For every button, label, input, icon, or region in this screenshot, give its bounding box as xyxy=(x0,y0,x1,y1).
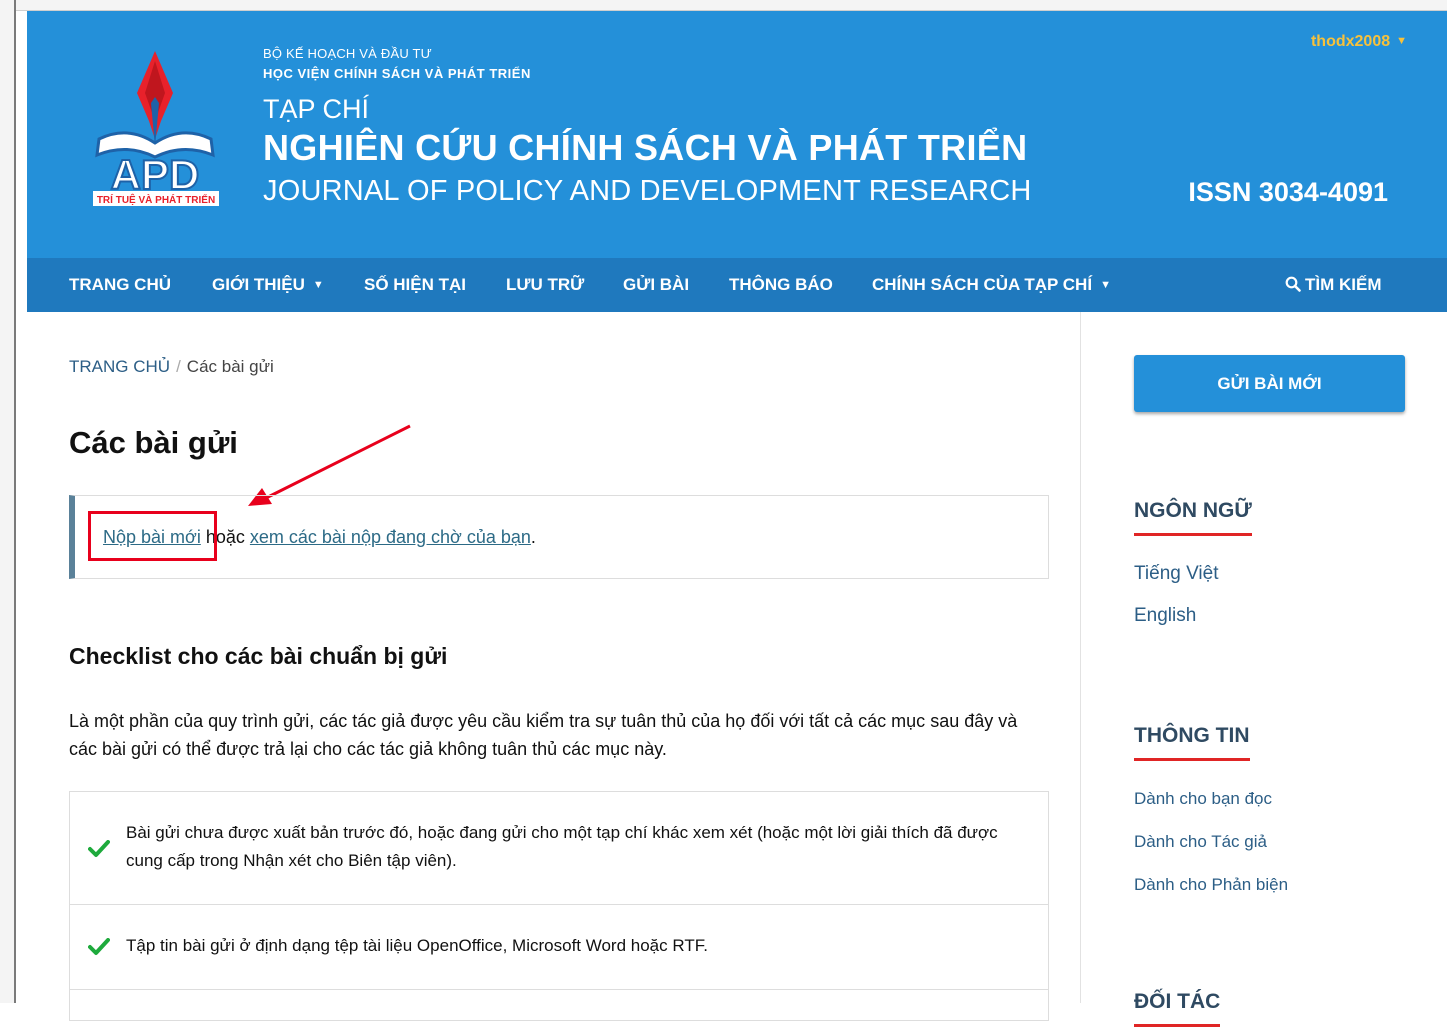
pending-submissions-link[interactable]: xem các bài nộp đang chờ của bạn xyxy=(250,527,531,547)
list-item xyxy=(70,990,1048,1020)
main-nav: TRANG CHỦ GIỚI THIỆU ▼ SỐ HIỆN TẠI LƯU TR… xyxy=(27,258,1447,312)
academy-name: HỌC VIỆN CHÍNH SÁCH VÀ PHÁT TRIỂN xyxy=(263,66,531,81)
ministry-name: BỘ KẾ HOẠCH VÀ ĐẦU TƯ xyxy=(263,46,432,61)
breadcrumb-current: Các bài gửi xyxy=(186,357,274,376)
nav-item-home[interactable]: TRANG CHỦ xyxy=(69,258,171,312)
checkmark-icon xyxy=(88,938,110,955)
checklist-item-text: Bài gửi chưa được xuất bản trước đó, hoặ… xyxy=(126,823,998,870)
chevron-down-icon: ▼ xyxy=(312,279,324,291)
breadcrumb-separator: / xyxy=(176,357,181,376)
new-submission-button[interactable]: GỬI BÀI MỚI xyxy=(1134,355,1405,412)
language-link-english[interactable]: English xyxy=(1134,605,1196,627)
nav-item-submit[interactable]: GỬI BÀI xyxy=(623,258,689,312)
checklist-intro: Là một phần của quy trình gửi, các tác g… xyxy=(69,711,1018,759)
window-border xyxy=(14,0,16,1003)
info-link-authors[interactable]: Dành cho Tác giả xyxy=(1134,832,1267,852)
nav-item-label: GỬI BÀI xyxy=(623,275,690,294)
info-link-readers[interactable]: Dành cho bạn đọc xyxy=(1134,789,1272,809)
nav-item-label: THÔNG BÁO xyxy=(729,275,833,294)
list-item: Bài gửi chưa được xuất bản trước đó, hoặ… xyxy=(70,792,1048,905)
chevron-down-icon: ▼ xyxy=(1396,35,1407,47)
page-title: Các bài gửi xyxy=(69,425,238,460)
nav-item-policies[interactable]: CHÍNH SÁCH CỦA TẠP CHÍ ▼ xyxy=(872,258,1111,312)
journal-prefix: TẠP CHÍ xyxy=(263,94,370,124)
nav-item-current-issue[interactable]: SỐ HIỆN TẠI xyxy=(364,258,466,312)
nav-item-announcements[interactable]: THÔNG BÁO xyxy=(729,258,833,312)
annotation-highlight-box xyxy=(88,511,217,561)
issn-label: ISSN 3034-4091 xyxy=(1188,177,1388,207)
sidebar-divider xyxy=(1080,312,1081,1003)
nav-item-about[interactable]: GIỚI THIỆU ▼ xyxy=(212,258,324,312)
apd-logo[interactable]: APD TRÍ TUỆ VÀ PHÁT TRIỂN xyxy=(93,51,223,211)
username[interactable]: thodx2008 xyxy=(1311,33,1390,50)
nav-item-label: GIỚI THIỆU xyxy=(212,275,305,294)
search-label: TÌM KIẾM xyxy=(1305,275,1382,294)
search-icon xyxy=(1285,276,1301,292)
logo-letters: APD xyxy=(111,151,200,198)
info-block-title: THÔNG TIN xyxy=(1134,724,1250,761)
nav-search[interactable]: TÌM KIẾM xyxy=(1285,258,1382,312)
nav-item-label: LƯU TRỮ xyxy=(506,275,585,294)
nav-item-label: CHÍNH SÁCH CỦA TẠP CHÍ xyxy=(872,275,1093,294)
list-item: Tập tin bài gửi ở định dạng tệp tài liệu… xyxy=(70,905,1048,990)
nav-item-archive[interactable]: LƯU TRỮ xyxy=(506,258,584,312)
checklist: Bài gửi chưa được xuất bản trước đó, hoặ… xyxy=(69,791,1049,1021)
checklist-title: Checklist cho các bài chuẩn bị gửi xyxy=(69,643,448,669)
checklist-item-text: Tập tin bài gửi ở định dạng tệp tài liệu… xyxy=(126,936,708,955)
user-menu[interactable]: thodx2008 ▼ xyxy=(1311,33,1407,51)
site-header: APD TRÍ TUỆ VÀ PHÁT TRIỂN BỘ KẾ HOẠCH VÀ… xyxy=(27,11,1447,258)
breadcrumb-home[interactable]: TRANG CHỦ xyxy=(69,357,170,376)
journal-title[interactable]: NGHIÊN CỨU CHÍNH SÁCH VÀ PHÁT TRIỂN xyxy=(263,127,1027,169)
logo-tagline: TRÍ TUỆ VÀ PHÁT TRIỂN xyxy=(97,193,215,206)
window-edge xyxy=(0,0,14,1003)
language-block-title: NGÔN NGỮ xyxy=(1134,499,1252,536)
window-top-edge xyxy=(14,0,1447,11)
partners-block-title: ĐỐI TÁC xyxy=(1134,990,1221,1027)
nav-item-label: SỐ HIỆN TẠI xyxy=(364,275,467,294)
language-link-vietnamese[interactable]: Tiếng Việt xyxy=(1134,563,1219,585)
breadcrumb: TRANG CHỦ / Các bài gửi xyxy=(69,357,274,377)
info-link-reviewers[interactable]: Dành cho Phản biện xyxy=(1134,875,1288,895)
checkmark-icon xyxy=(88,840,110,857)
journal-english-title: JOURNAL OF POLICY AND DEVELOPMENT RESEAR… xyxy=(263,175,1032,207)
notice-period: . xyxy=(530,527,536,547)
nav-item-label: TRANG CHỦ xyxy=(69,275,171,294)
chevron-down-icon: ▼ xyxy=(1100,279,1111,291)
